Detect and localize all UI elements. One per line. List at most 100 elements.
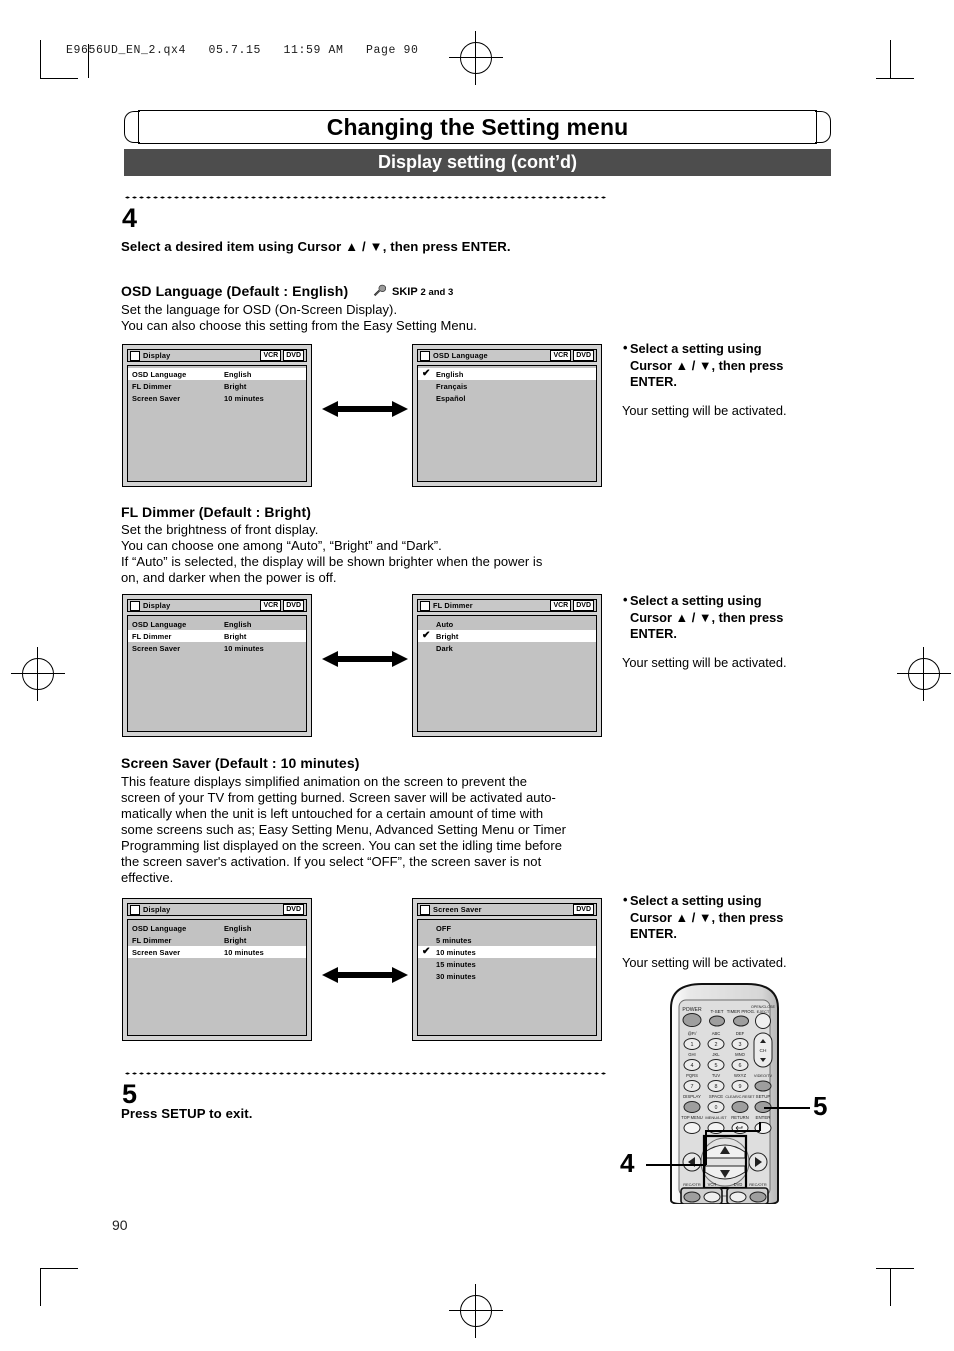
registration-mark-top — [449, 31, 503, 85]
note-line-2: Cursor ▲ / ▼, then press — [630, 609, 784, 625]
osd-title: OSD Language — [433, 351, 488, 360]
page-title-banner: Changing the Setting menu — [124, 110, 831, 146]
osd-option-label: Bright — [436, 631, 459, 641]
svg-text:0: 0 — [715, 1105, 718, 1111]
fl-dimmer-line-2: You can choose one among “Auto”, “Bright… — [121, 538, 442, 553]
svg-text:5: 5 — [715, 1063, 718, 1069]
badge-dvd: DVD — [573, 600, 594, 611]
osd-option-bright[interactable]: ✔ Bright — [418, 630, 596, 642]
svg-text:SETUP: SETUP — [756, 1094, 771, 1099]
svg-text:8: 8 — [715, 1084, 718, 1090]
registration-mark-left — [11, 647, 65, 701]
osd-row-osd-language[interactable]: OSD Language English — [128, 368, 306, 380]
osd-row-screen-saver[interactable]: Screen Saver 10 minutes — [128, 642, 306, 654]
osd-option-dark[interactable]: Dark — [418, 642, 596, 654]
svg-text:POWER: POWER — [682, 1007, 702, 1013]
osd-option-espanol[interactable]: Español — [418, 392, 596, 404]
wrench-icon — [373, 284, 386, 297]
osd-option-15-minutes[interactable]: 15 minutes — [418, 958, 596, 970]
crop-mark-bl-v — [40, 1268, 41, 1306]
osd-body: ✔ English Français Español — [417, 365, 597, 482]
skip-note: SKIP 2 and 3 — [392, 286, 453, 298]
osd-title: Display — [143, 351, 171, 360]
note-3-sub: Your setting will be activated. — [622, 955, 787, 970]
step-5-instruction: Press SETUP to exit. — [121, 1106, 253, 1121]
osd-row-value: 10 minutes — [224, 643, 264, 653]
osd-row-label: Screen Saver — [132, 947, 181, 957]
osd-title-bar: FL Dimmer VCR DVD — [417, 599, 597, 612]
menu-square-icon — [130, 904, 140, 915]
svg-text:TOP MENU: TOP MENU — [681, 1115, 703, 1120]
svg-text:3: 3 — [739, 1042, 742, 1048]
osd-option-5-minutes[interactable]: 5 minutes — [418, 934, 596, 946]
transition-arrow-1 — [322, 401, 408, 417]
screen-saver-line-2: screen of your TV from getting burned. S… — [121, 790, 556, 805]
callout-4-connector-enter — [759, 1122, 761, 1131]
osd-body: OSD Language English FL Dimmer Bright Sc… — [127, 919, 307, 1036]
osd-option-label: English — [436, 369, 464, 379]
transition-arrow-2 — [322, 651, 408, 667]
bullet-dot: • — [623, 892, 628, 907]
menu-square-icon — [420, 350, 430, 361]
osd-row-screen-saver[interactable]: Screen Saver 10 minutes — [128, 946, 306, 958]
print-slug: E9656UD_EN_2.qx4 05.7.15 11:59 AM Page 9… — [66, 44, 419, 57]
osd-body: OFF 5 minutes ✔ 10 minutes 15 minutes 30… — [417, 919, 597, 1036]
osd-option-english[interactable]: ✔ English — [418, 368, 596, 380]
osd-row-label: OSD Language — [132, 923, 187, 933]
osd-option-auto[interactable]: Auto — [418, 618, 596, 630]
osd-row-osd-language[interactable]: OSD Language English — [128, 922, 306, 934]
display-ss-screen: Display DVD OSD Language English FL Dimm… — [122, 898, 312, 1041]
osd-row-fl-dimmer[interactable]: FL Dimmer Bright — [128, 934, 306, 946]
osd-title-bar: Display DVD — [127, 903, 307, 916]
osd-row-fl-dimmer[interactable]: FL Dimmer Bright — [128, 380, 306, 392]
callout-4-connector-vert — [705, 1130, 707, 1165]
osd-option-label: 15 minutes — [436, 959, 476, 969]
callout-5-number: 5 — [813, 1091, 828, 1121]
svg-text:CH: CH — [760, 1048, 767, 1054]
svg-text:CLEAR/C.RESET: CLEAR/C.RESET — [725, 1095, 755, 1099]
svg-text:PQRS: PQRS — [686, 1073, 698, 1078]
osd-row-osd-language[interactable]: OSD Language English — [128, 618, 306, 630]
osd-language-line-1: Set the language for OSD (On-Screen Disp… — [121, 302, 398, 317]
osd-row-value: Bright — [224, 631, 247, 641]
note-line-1: Select a setting using — [630, 593, 762, 608]
svg-text:TUV: TUV — [712, 1073, 721, 1078]
osd-title: Display — [143, 905, 171, 914]
svg-text:9: 9 — [739, 1084, 742, 1090]
callout-4-number: 4 — [620, 1148, 635, 1178]
osd-badges: VCR DVD — [260, 600, 304, 611]
svg-text:MENU/LIST: MENU/LIST — [705, 1115, 727, 1120]
osd-option-label: 30 minutes — [436, 971, 476, 981]
svg-text:7: 7 — [691, 1084, 694, 1090]
fl-dimmer-heading: FL Dimmer (Default : Bright) — [121, 504, 311, 520]
osd-badges: VCR DVD — [550, 600, 594, 611]
badge-dvd: DVD — [573, 904, 594, 915]
osd-language-heading: OSD Language (Default : English) — [121, 283, 349, 299]
osd-option-off[interactable]: OFF — [418, 922, 596, 934]
bullet-dot: • — [623, 340, 628, 355]
osd-option-label: Español — [436, 393, 466, 403]
osd-badges: VCR DVD — [550, 350, 594, 361]
osd-row-screen-saver[interactable]: Screen Saver 10 minutes — [128, 392, 306, 404]
display-osd-screen: Display VCR DVD OSD Language English FL … — [122, 344, 312, 487]
page-number: 90 — [112, 1217, 128, 1233]
skip-detail: 2 and 3 — [420, 287, 454, 298]
osd-option-label: Dark — [436, 643, 453, 653]
osd-option-30-minutes[interactable]: 30 minutes — [418, 970, 596, 982]
screen-saver-line-4: some screens such as; Easy Setting Menu,… — [121, 822, 567, 837]
badge-dvd: DVD — [283, 600, 304, 611]
badge-vcr: VCR — [260, 600, 282, 611]
osd-option-francais[interactable]: Français — [418, 380, 596, 392]
osd-option-10-minutes[interactable]: ✔ 10 minutes — [418, 946, 596, 958]
osd-title: FL Dimmer — [433, 601, 473, 610]
osd-row-fl-dimmer[interactable]: FL Dimmer Bright — [128, 630, 306, 642]
note-2-bullet: • Select a setting using Cursor ▲ / ▼, t… — [623, 592, 860, 643]
svg-text:DEF: DEF — [736, 1031, 745, 1036]
osd-row-label: Screen Saver — [132, 393, 181, 403]
menu-square-icon — [420, 600, 430, 611]
page-title: Changing the Setting menu — [326, 114, 629, 140]
osd-option-label: OFF — [436, 923, 452, 933]
callout-5-line — [764, 1107, 810, 1109]
svg-text:VIDEO/TV: VIDEO/TV — [754, 1073, 773, 1078]
step-5-divider — [124, 1072, 608, 1075]
